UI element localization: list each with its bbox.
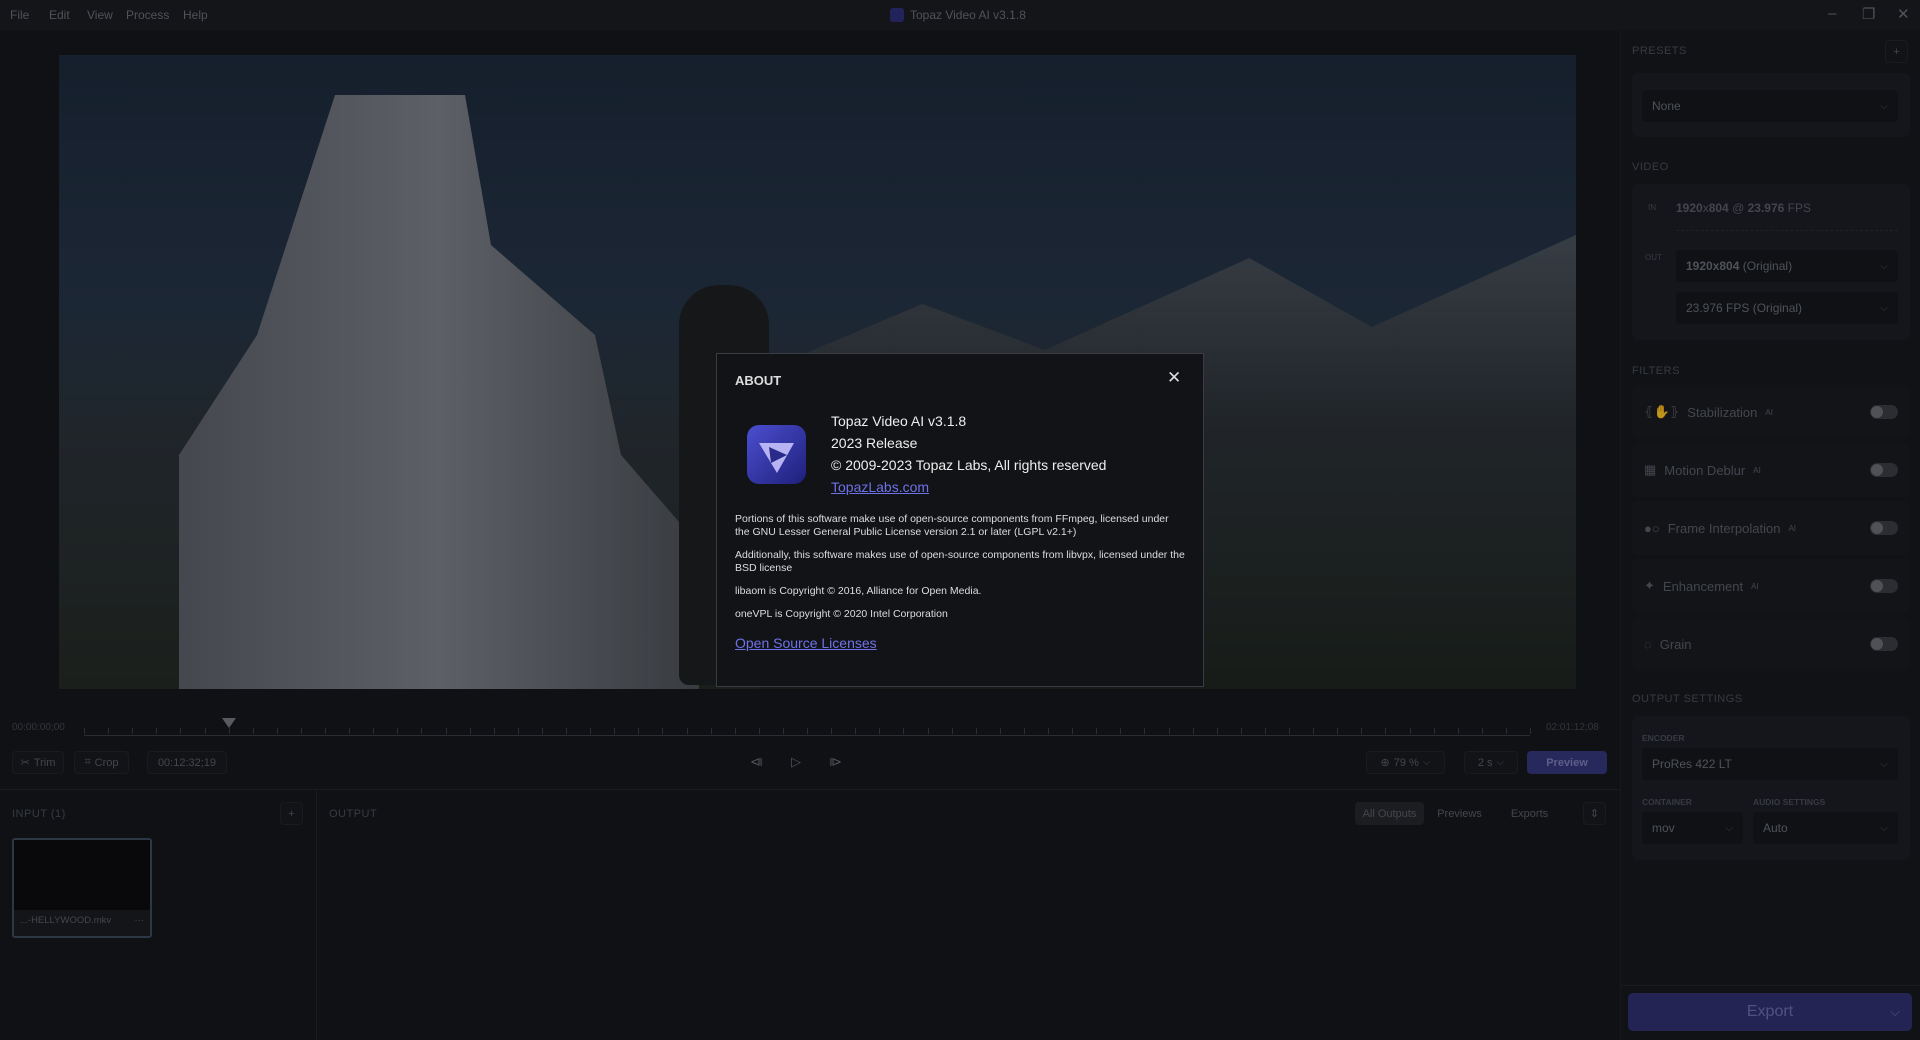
copyright: © 2009-2023 Topaz Labs, All rights reser… — [831, 457, 1107, 473]
topaz-logo-icon — [747, 425, 806, 484]
open-source-licenses-link[interactable]: Open Source Licenses — [735, 635, 877, 651]
ffmpeg-notice: Portions of this software make use of op… — [735, 513, 1169, 538]
libvpx-notice: Additionally, this software makes use of… — [735, 549, 1185, 574]
about-title: ABOUT — [735, 373, 782, 388]
about-dialog: ABOUT ✕ Topaz Video AI v3.1.8 2023 Relea… — [716, 353, 1204, 687]
close-icon[interactable]: ✕ — [1167, 368, 1181, 388]
topazlabs-link[interactable]: TopazLabs.com — [831, 479, 929, 495]
release: 2023 Release — [831, 435, 918, 451]
onevpl-notice: oneVPL is Copyright © 2020 Intel Corpora… — [735, 608, 948, 620]
product-name: Topaz Video AI v3.1.8 — [831, 413, 967, 429]
libaom-notice: libaom is Copyright © 2016, Alliance for… — [735, 585, 982, 597]
